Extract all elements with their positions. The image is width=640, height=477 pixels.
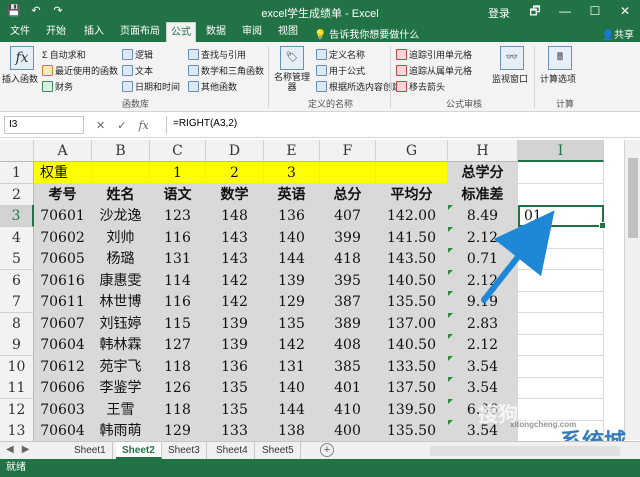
status-bar: 就绪 [0,459,640,477]
annotation-arrow [481,210,555,303]
horizontal-scrollbar[interactable] [430,446,620,456]
prev-sheet-icon[interactable]: ◀ [6,444,14,455]
excel-window: 💾 ↶ ↷ excel学生成绩单 - Excel 登录 🗗 — ☐ ✕ 文件 开… [0,0,640,477]
sheet-tab-2[interactable]: Sheet2 [116,442,162,459]
sheet-tab-5[interactable]: Sheet5 [256,442,301,459]
sheet-tab-bar: ◀ ▶ Sheet1 Sheet2 Sheet3 Sheet4 Sheet5 + [0,441,640,459]
next-sheet-icon[interactable]: ▶ [22,444,30,455]
add-sheet-button[interactable]: + [320,443,334,457]
sheet-tab-3[interactable]: Sheet3 [162,442,207,459]
sheet-tab-4[interactable]: Sheet4 [210,442,255,459]
sheet-nav: ◀ ▶ [6,444,29,455]
sheet-tab-1[interactable]: Sheet1 [68,442,113,459]
